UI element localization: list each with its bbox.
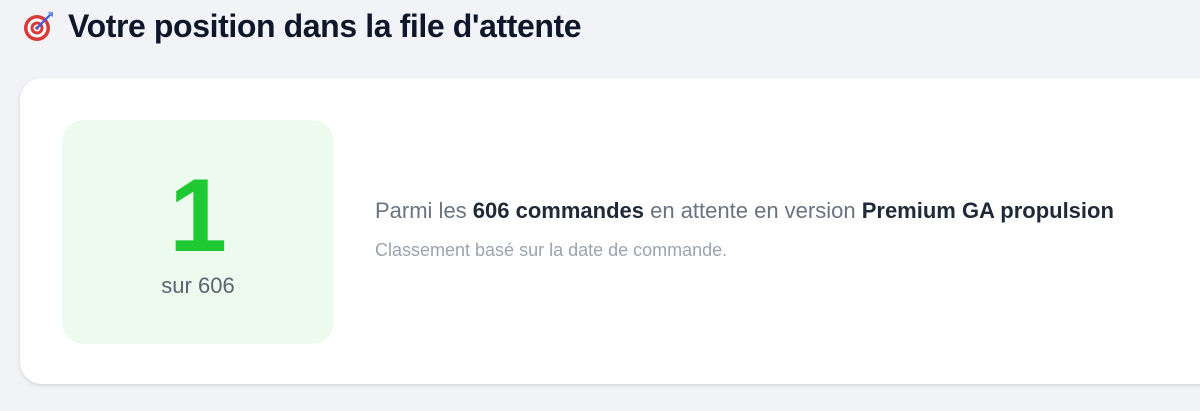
queue-rank: 1 [169,158,227,274]
page-header: Votre position dans la file d'attente [22,4,582,48]
queue-summary: Parmi les 606 commandes en attente en ve… [375,198,1114,224]
summary-middle: en attente en version [644,198,862,223]
queue-info: Parmi les 606 commandes en attente en ve… [375,198,1114,261]
orders-count: 606 commandes [472,198,644,223]
vehicle-version: Premium GA propulsion [861,198,1114,223]
summary-prefix: Parmi les [375,198,473,223]
queue-total: sur 606 [161,273,235,298]
ranking-note: Classement basé sur la date de commande. [375,240,728,260]
page-title: Votre position dans la file d'attente [68,7,582,44]
queue-position-card: 1 sur 606 Parmi les 606 commandes en att… [20,78,1200,384]
direct-hit-target-icon [22,9,56,43]
queue-position-page: Votre position dans la file d'attente 1 … [0,0,1200,411]
position-box: 1 sur 606 [62,120,334,344]
